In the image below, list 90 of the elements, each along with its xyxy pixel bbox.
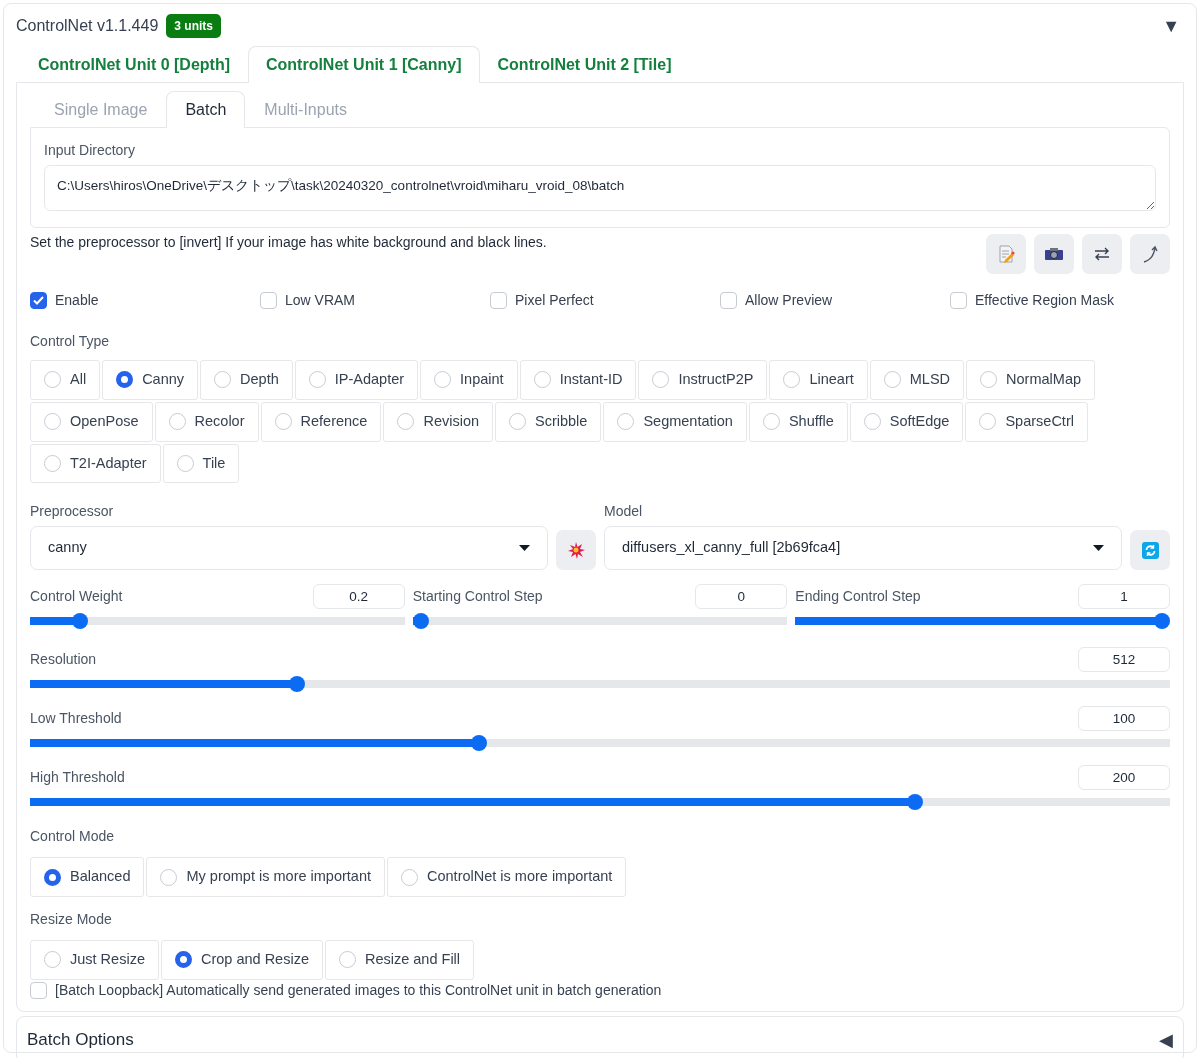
control-type-option[interactable]: Scribble: [495, 401, 602, 442]
swap-arrows-icon: [1093, 247, 1111, 261]
refresh-models-button[interactable]: [1130, 530, 1170, 571]
slider-label: High Threshold: [30, 768, 125, 788]
run-preprocessor-button[interactable]: [556, 530, 596, 571]
control-mode-option[interactable]: ControlNet is more important: [387, 857, 627, 897]
slider-label: Resolution: [30, 650, 97, 670]
section-label: Control Type: [30, 332, 111, 351]
selected-value: diffusers_xl_canny_full [2b69fca4]: [622, 538, 841, 558]
checkbox-label: [Batch Loopback] Automatically send generated images to this ControlNet unit in batch generation: [55, 980, 662, 1000]
number-field[interactable]: 0: [695, 584, 788, 610]
field-label: Input Directory: [44, 141, 137, 160]
collapse-toggle[interactable]: ▼: [1162, 17, 1180, 35]
control-type-option[interactable]: Depth: [200, 360, 293, 400]
control-type-option[interactable]: All: [30, 360, 101, 400]
dropdown-caret-icon: [519, 545, 530, 552]
unit-tab[interactable]: ControlNet Unit 0 [Depth]: [20, 46, 248, 83]
control-type-option[interactable]: IP-Adapter: [294, 360, 419, 400]
control-mode-option[interactable]: Balanced: [30, 857, 145, 897]
control-type-option[interactable]: InstructP2P: [638, 360, 768, 400]
slider-label: Starting Control Step: [412, 587, 543, 607]
tool-button[interactable]: [1034, 234, 1074, 274]
input-directory-field[interactable]: C:\Users\hiros\OneDrive\デスクトップ\task\20240320_controlnet\vroid\miharu_vroid_08\batch: [44, 165, 1156, 211]
unit-tab[interactable]: ControlNet Unit 1 [Canny]: [248, 46, 480, 83]
radio-button[interactable]: [174, 951, 192, 969]
radio-button[interactable]: [44, 868, 61, 886]
radio-button[interactable]: [116, 371, 134, 389]
dropdown-caret-icon: [1093, 545, 1104, 552]
control-type-option[interactable]: Reference: [260, 401, 382, 442]
control-type-option[interactable]: Revision: [383, 401, 493, 442]
control-type-option[interactable]: Segmentation: [603, 401, 747, 442]
number-field[interactable]: 100: [1078, 706, 1170, 732]
control-type-option[interactable]: MLSD: [869, 360, 965, 400]
control-type-option[interactable]: NormalMap: [966, 360, 1095, 400]
edit-document-icon: [997, 245, 1015, 263]
field-label: Preprocessor: [30, 502, 115, 522]
checkbox-label: Low VRAM: [285, 291, 356, 310]
section-label: Control Mode: [30, 827, 116, 847]
field-label: Model: [604, 502, 644, 522]
resize-mode-option[interactable]: Resize and Fill: [324, 940, 475, 980]
control-type-option[interactable]: SoftEdge: [849, 401, 964, 442]
checkbox[interactable]: [30, 292, 47, 309]
refresh-icon: [1141, 541, 1159, 559]
checkmark-icon: [33, 296, 44, 305]
control-type-option[interactable]: SparseCtrl: [965, 401, 1088, 442]
model-select[interactable]: diffusers_xl_canny_full [2b69fca4]: [604, 526, 1122, 571]
curved-arrow-icon: [1142, 245, 1158, 263]
selected-value: canny: [48, 538, 87, 558]
input-tab[interactable]: Batch: [166, 91, 246, 128]
slider-thumb[interactable]: [71, 613, 88, 630]
control-type-option[interactable]: Recolor: [154, 401, 259, 442]
panel-title: ControlNet v1.1.449: [16, 16, 159, 36]
slider-thumb[interactable]: [1154, 613, 1170, 630]
checkbox-label: Effective Region Mask: [975, 291, 1115, 310]
control-type-option[interactable]: Instant-ID: [519, 360, 637, 400]
camera-icon: [1044, 247, 1064, 261]
slider-thumb[interactable]: [412, 613, 429, 630]
slider-thumb[interactable]: [906, 794, 923, 811]
control-type-option[interactable]: T2I-Adapter: [30, 443, 161, 484]
slider-label: Ending Control Step: [795, 587, 921, 607]
tool-button[interactable]: [1082, 234, 1122, 274]
batch-options-panel[interactable]: Batch Options ◀: [16, 1015, 1184, 1058]
control-type-option[interactable]: Tile: [162, 443, 240, 484]
number-field[interactable]: 512: [1078, 647, 1170, 673]
hint-text: Set the preprocessor to [invert] If your image has white background and black lines.: [30, 233, 547, 252]
control-type-option[interactable]: Shuffle: [748, 401, 848, 442]
slider-label: Control Weight: [30, 587, 123, 607]
slider-label: Low Threshold: [30, 709, 122, 729]
checkbox-label: Allow Preview: [745, 291, 833, 310]
unit-tab[interactable]: ControlNet Unit 2 [Tile]: [479, 46, 690, 83]
control-type-option[interactable]: Lineart: [769, 360, 868, 400]
number-field[interactable]: 0.2: [312, 584, 405, 610]
resize-mode-option[interactable]: Just Resize: [30, 940, 159, 980]
preprocessor-select[interactable]: canny: [30, 526, 548, 571]
collapse-toggle[interactable]: ◀: [1159, 1030, 1173, 1049]
slider-thumb[interactable]: [470, 735, 487, 752]
slider-thumb[interactable]: [288, 676, 305, 693]
section-label: Resize Mode: [30, 910, 113, 929]
control-type-option[interactable]: Canny: [102, 360, 199, 400]
checkbox-label: Enable: [55, 291, 99, 310]
explosion-icon: [567, 541, 585, 560]
number-field[interactable]: 200: [1078, 765, 1170, 791]
control-type-option[interactable]: OpenPose: [30, 401, 153, 442]
panel-title: Batch Options: [27, 1028, 134, 1051]
control-type-option[interactable]: Inpaint: [420, 360, 518, 400]
resize-mode-option[interactable]: Crop and Resize: [160, 940, 323, 980]
count-badge: 3 units: [166, 14, 221, 38]
checkbox-label: Pixel Perfect: [515, 291, 594, 310]
number-field[interactable]: 1: [1078, 584, 1170, 610]
control-mode-option[interactable]: My prompt is more important: [146, 857, 385, 897]
